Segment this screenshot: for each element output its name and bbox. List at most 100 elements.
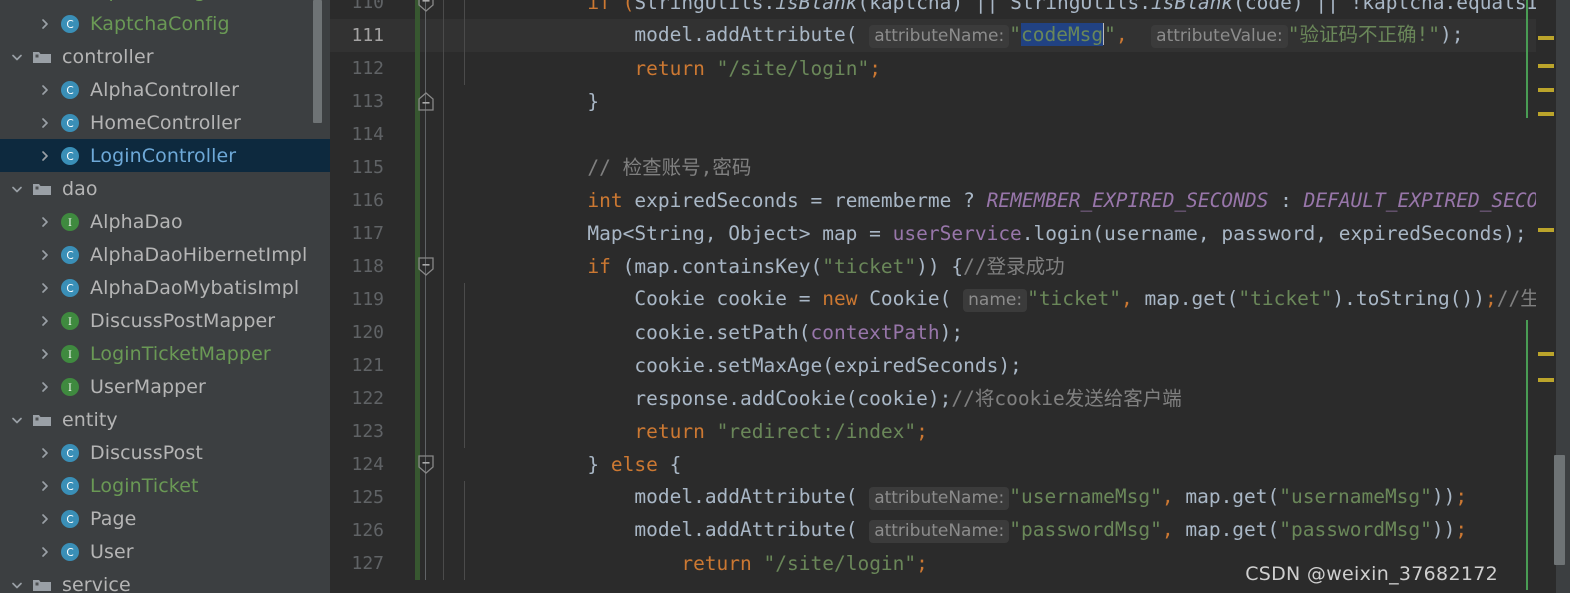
- tree-item-loginticket[interactable]: C LoginTicket: [0, 469, 330, 502]
- vcs-change-bar: [415, 481, 420, 514]
- fold-expand-icon[interactable]: [418, 92, 434, 115]
- fold-gutter[interactable]: [396, 19, 442, 52]
- warning-stripe-mark[interactable]: [1538, 352, 1554, 356]
- chevron-down-icon[interactable]: [10, 182, 24, 196]
- interface-icon: I: [59, 376, 81, 398]
- warning-stripe-mark[interactable]: [1538, 112, 1554, 116]
- code-line[interactable]: 113 }: [330, 85, 1570, 118]
- code-line[interactable]: 127 return "/site/login";: [330, 547, 1570, 580]
- chevron-right-icon[interactable]: [38, 215, 52, 229]
- interface-icon: I: [59, 310, 81, 332]
- vcs-change-bar: [415, 52, 420, 85]
- fold-collapse-icon[interactable]: [418, 455, 434, 478]
- tree-item-label: AlphaDaoHibernetImpl: [90, 243, 308, 266]
- warning-stripe-mark[interactable]: [1538, 36, 1554, 40]
- class-icon: C: [59, 475, 81, 497]
- fold-line: [425, 118, 426, 151]
- chevron-right-icon[interactable]: [38, 545, 52, 559]
- tree-item-controller[interactable]: controller: [0, 40, 330, 73]
- fold-gutter[interactable]: [396, 217, 442, 250]
- class-icon: C: [59, 508, 81, 530]
- fold-gutter[interactable]: [396, 382, 442, 415]
- project-tree[interactable]: C AlphaConfig C KaptchaConfig controller C Alp…: [0, 0, 330, 593]
- fold-line: [425, 415, 426, 448]
- fold-gutter[interactable]: [396, 118, 442, 151]
- code-text[interactable]: return "/site/login";: [470, 514, 1570, 593]
- fold-gutter[interactable]: [396, 250, 442, 283]
- fold-gutter[interactable]: [396, 415, 442, 448]
- chevron-right-icon[interactable]: [38, 446, 52, 460]
- tree-item-entity[interactable]: entity: [0, 403, 330, 436]
- indent-guides: [442, 19, 470, 52]
- code-editor[interactable]: 110 if (StringUtils.isBlank(kaptcha) || …: [330, 0, 1570, 593]
- tree-item-alphadao[interactable]: I AlphaDao: [0, 205, 330, 238]
- indent-guides: [442, 85, 470, 118]
- project-tool-window[interactable]: C AlphaConfig C KaptchaConfig controller C Alp…: [0, 0, 330, 593]
- chevron-right-icon[interactable]: [38, 479, 52, 493]
- tree-item-alphacontroller[interactable]: C AlphaController: [0, 73, 330, 106]
- tree-item-homecontroller[interactable]: C HomeController: [0, 106, 330, 139]
- tree-item-alphaconfig[interactable]: C AlphaConfig: [0, 0, 330, 7]
- folder-icon: [31, 46, 53, 68]
- fold-gutter[interactable]: [396, 0, 442, 19]
- indent-guides: [442, 250, 470, 283]
- warning-stripe-mark[interactable]: [1538, 378, 1554, 382]
- chevron-right-icon[interactable]: [38, 116, 52, 130]
- tree-item-usermapper[interactable]: I UserMapper: [0, 370, 330, 403]
- fold-gutter[interactable]: [396, 514, 442, 547]
- error-stripe[interactable]: [1526, 0, 1556, 593]
- fold-collapse-icon[interactable]: [418, 0, 434, 16]
- tree-item-discusspost[interactable]: C DiscussPost: [0, 436, 330, 469]
- tree-item-discusspostmapper[interactable]: I DiscussPostMapper: [0, 304, 330, 337]
- chevron-right-icon[interactable]: [38, 380, 52, 394]
- indent-guides: [442, 547, 470, 580]
- sidebar-scrollbar-thumb[interactable]: [313, 0, 322, 123]
- tree-item-loginticketmapper[interactable]: I LoginTicketMapper: [0, 337, 330, 370]
- vcs-change-bar: [415, 514, 420, 547]
- fold-gutter[interactable]: [396, 316, 442, 349]
- tree-item-dao[interactable]: dao: [0, 172, 330, 205]
- line-number: 117: [351, 223, 384, 244]
- warning-stripe-mark[interactable]: [1538, 228, 1554, 232]
- warning-stripe-mark[interactable]: [1538, 64, 1554, 68]
- vcs-change-bar: [415, 547, 420, 580]
- chevron-down-icon[interactable]: [10, 413, 24, 427]
- tree-item-kaptchaconfig[interactable]: C KaptchaConfig: [0, 7, 330, 40]
- fold-gutter[interactable]: [396, 85, 442, 118]
- fold-gutter[interactable]: [396, 481, 442, 514]
- fold-gutter[interactable]: [396, 52, 442, 85]
- fold-gutter[interactable]: [396, 547, 442, 580]
- tree-item-page[interactable]: C Page: [0, 502, 330, 535]
- fold-gutter[interactable]: [396, 151, 442, 184]
- fold-line: [425, 547, 426, 580]
- chevron-right-icon[interactable]: [38, 83, 52, 97]
- fold-gutter[interactable]: [396, 283, 442, 316]
- chevron-right-icon[interactable]: [38, 17, 52, 31]
- tree-item-logincontroller[interactable]: C LoginController: [0, 139, 330, 172]
- chevron-right-icon[interactable]: [38, 248, 52, 262]
- warning-stripe-mark[interactable]: [1538, 88, 1554, 92]
- fold-gutter[interactable]: [396, 349, 442, 382]
- tree-item-user[interactable]: C User: [0, 535, 330, 568]
- editor-scrollbar-thumb[interactable]: [1554, 455, 1565, 565]
- chevron-right-icon[interactable]: [38, 281, 52, 295]
- chevron-right-icon[interactable]: [38, 512, 52, 526]
- chevron-right-icon[interactable]: [38, 314, 52, 328]
- tree-item-label: LoginController: [90, 144, 237, 167]
- chevron-down-icon[interactable]: [10, 50, 24, 64]
- class-icon: C: [59, 0, 81, 2]
- chevron-right-icon[interactable]: [38, 149, 52, 163]
- tree-item-alphadaomybatisimpl[interactable]: C AlphaDaoMybatisImpl: [0, 271, 330, 304]
- vcs-change-bar: [415, 151, 420, 184]
- fold-gutter[interactable]: [396, 448, 442, 481]
- tree-item-label: DiscussPostMapper: [90, 309, 276, 332]
- fold-collapse-icon[interactable]: [418, 257, 434, 280]
- code-token: "/site/login": [763, 552, 917, 575]
- tree-item-alphadaohibernetimpl[interactable]: C AlphaDaoHibernetImpl: [0, 238, 330, 271]
- chevron-right-icon[interactable]: [38, 347, 52, 361]
- tree-item-service[interactable]: service: [0, 568, 330, 593]
- editor-right-gutter[interactable]: [1526, 0, 1570, 593]
- chevron-down-icon[interactable]: [10, 578, 24, 592]
- fold-gutter[interactable]: [396, 184, 442, 217]
- class-icon: C: [59, 541, 81, 563]
